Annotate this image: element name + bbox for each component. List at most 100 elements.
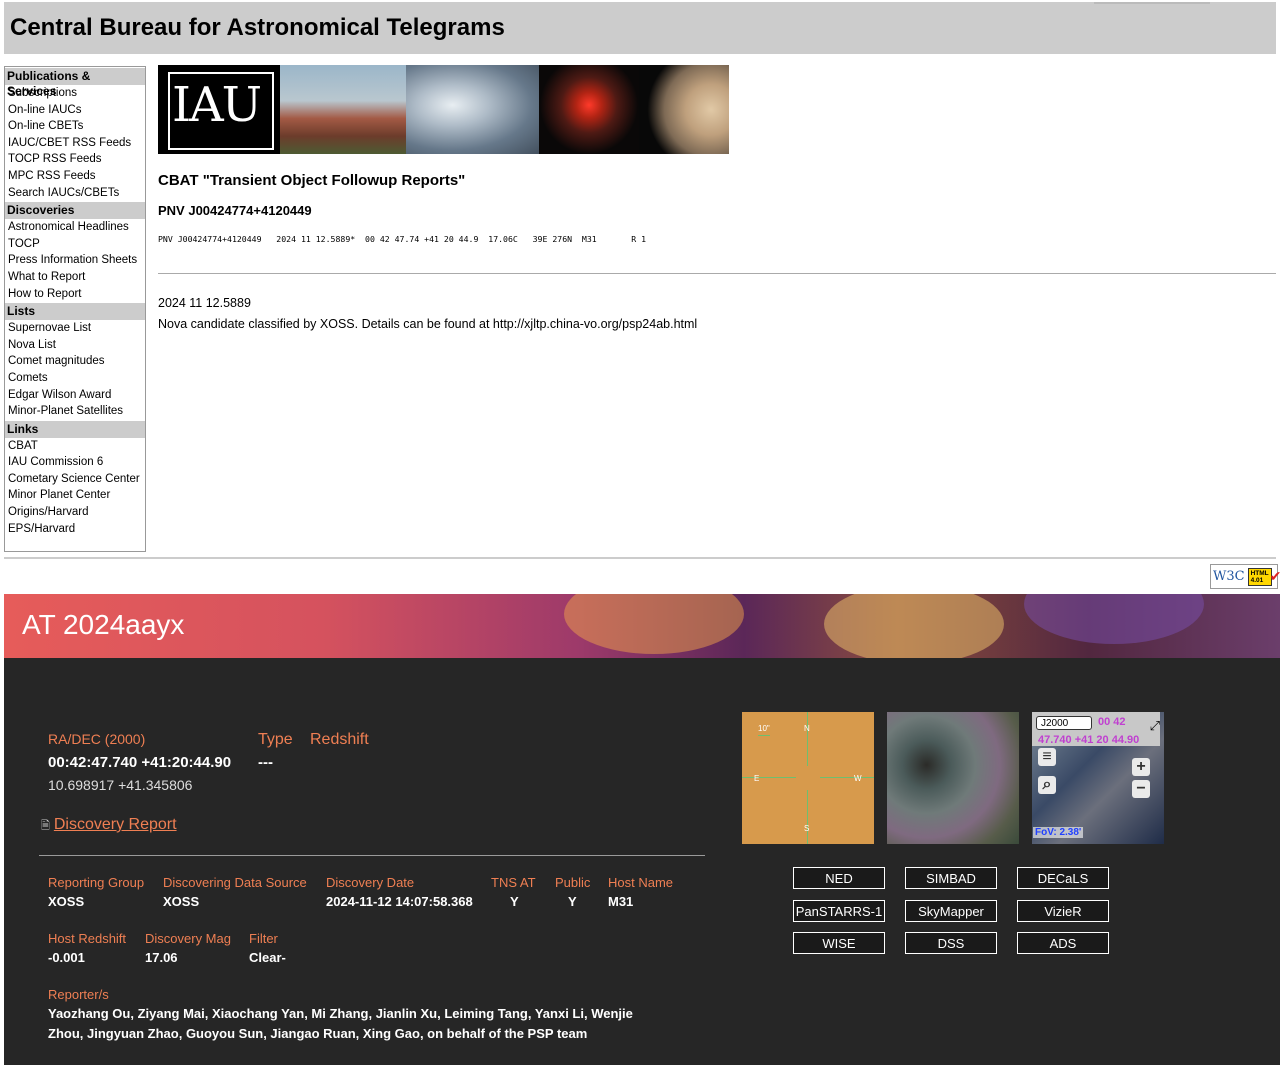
iau-logo: IAU (158, 65, 280, 154)
sidebar-heading: Lists (5, 303, 145, 321)
sidebar-link[interactable]: How to Report (5, 286, 145, 303)
sidebar-heading: Publications & Services (5, 68, 145, 98)
discovery-report-link[interactable]: 🗎 Discovery Report (41, 816, 177, 836)
link-button-wise[interactable]: WISE (793, 932, 885, 954)
type-value: --- (258, 754, 273, 771)
link-button-dss[interactable]: DSS (905, 932, 997, 954)
nebula-decoration (1024, 594, 1204, 644)
layers-icon[interactable]: ≡ (1038, 748, 1056, 766)
scale-bar (758, 735, 770, 736)
sidebar-link[interactable]: IAUC/CBET RSS Feeds (5, 135, 145, 152)
sidebar-link[interactable]: Supernovae List (5, 320, 145, 337)
redshift-label: Redshift (310, 731, 369, 748)
comet-photo (406, 65, 539, 154)
reporters-label: Reporter/s (48, 987, 109, 1002)
page-heading: CBAT "Transient Object Followup Reports" (158, 172, 466, 189)
sidebar-link[interactable]: On-line IAUCs (5, 102, 145, 119)
sidebar-link[interactable]: Comet magnitudes (5, 353, 145, 370)
sidebar-link[interactable]: Search IAUCs/CBETs (5, 185, 145, 202)
aladin-viewer[interactable]: J2000 00 42 47.740 +41 20 44.90 ⤢ ≡ ⌕ + … (1032, 712, 1164, 844)
coordinate-readout: 00 42 (1098, 716, 1126, 728)
search-icon[interactable]: ⌕ (1038, 776, 1056, 794)
link-button-vizier[interactable]: VizieR (1017, 900, 1109, 922)
sidebar-nav: Publications & Services Subscriptions On-l… (4, 66, 146, 552)
observatory-photo (280, 65, 406, 154)
sidebar-link[interactable]: Cometary Science Center (5, 471, 145, 488)
field-label: Filter (249, 931, 278, 946)
object-title: AT 2024aayx (22, 609, 185, 640)
report-date: 2024 11 12.5889 (158, 296, 251, 310)
sidebar-link[interactable]: Minor Planet Center (5, 487, 145, 504)
sidebar-link[interactable]: EPS/Harvard (5, 521, 145, 538)
link-button-simbad[interactable]: SIMBAD (905, 867, 997, 889)
field-value: Y (568, 894, 577, 909)
field-value: M31 (608, 894, 634, 909)
sidebar-link[interactable]: TOCP (5, 236, 145, 253)
site-title: Central Bureau for Astronomical Telegram… (10, 14, 505, 41)
coordinate-readout-2: 47.740 +41 20 44.90 (1038, 734, 1140, 746)
scale-label: 10" (758, 724, 770, 733)
south-label: S (804, 824, 810, 833)
radec-degrees: 10.698917 +41.345806 (48, 777, 193, 793)
link-button-ads[interactable]: ADS (1017, 932, 1109, 954)
sidebar-link[interactable]: Nova List (5, 337, 145, 354)
iau-logo-text: IAU (172, 77, 262, 133)
color-image-thumbnail[interactable] (887, 712, 1019, 844)
footer-divider (4, 557, 1276, 559)
zoom-in-button[interactable]: + (1132, 758, 1150, 776)
zoom-out-button[interactable]: − (1132, 780, 1150, 798)
header-bar: Central Bureau for Astronomical Telegram… (4, 2, 1276, 54)
w3c-logo: W3C (1213, 569, 1245, 584)
sidebar-link[interactable]: Edgar Wilson Award (5, 387, 145, 404)
reporters-list: Yaozhang Ou, Ziyang Mai, Xiaochang Yan, … (48, 1006, 633, 1041)
link-button-panstarrs-1[interactable]: PanSTARRS-1 (793, 900, 885, 922)
field-label: Discovery Date (326, 875, 415, 890)
sidebar-link[interactable]: Astronomical Headlines (5, 219, 145, 236)
crosshair-gap (796, 766, 820, 790)
sidebar-link[interactable]: Subscriptions (5, 85, 145, 102)
w3c-badge[interactable]: W3C HTML 4.01 ✔ (1210, 564, 1280, 589)
section-divider (39, 855, 705, 856)
divider (158, 273, 1276, 274)
nebula-decoration (564, 594, 744, 654)
field-value: -0.001 (48, 950, 85, 965)
banner-images: IAU (158, 65, 729, 154)
sidebar-link[interactable]: MPC RSS Feeds (5, 168, 145, 185)
field-label: Discovery Mag (145, 931, 231, 946)
tns-header: AT 2024aayx (4, 594, 1280, 658)
east-label: E (754, 774, 760, 783)
sidebar-link[interactable]: Origins/Harvard (5, 504, 145, 521)
field-value: Y (510, 894, 519, 909)
link-button-skymapper[interactable]: SkyMapper (905, 900, 997, 922)
nebula-photo (539, 65, 639, 154)
link-button-decals[interactable]: DECaLS (1017, 867, 1109, 889)
checkmark-icon: ✔ (1269, 568, 1280, 584)
expand-icon[interactable]: ⤢ (1150, 718, 1160, 734)
field-value: XOSS (163, 894, 200, 909)
report-note: Nova candidate classified by XOSS. Detai… (158, 317, 698, 331)
field-label: Host Redshift (48, 931, 127, 946)
tns-page: AT 2024aayx RA/DEC (2000) 00:42:47.740 +… (4, 594, 1280, 1065)
cbat-page: Central Bureau for Astronomical Telegram… (0, 0, 1280, 596)
nebula-decoration (824, 594, 1004, 658)
header-tab (1094, 2, 1210, 4)
finder-chart-thumbnail[interactable]: 10" N E W S (742, 712, 874, 844)
sidebar-link[interactable]: CBAT (5, 438, 145, 455)
field-label: Public (555, 875, 591, 890)
type-label: Type (258, 731, 293, 748)
sidebar-link[interactable]: On-line CBETs (5, 118, 145, 135)
sidebar-link[interactable]: TOCP RSS Feeds (5, 151, 145, 168)
radec-value: 00:42:47.740 +41:20:44.90 (48, 754, 232, 771)
object-name: PNV J00424774+4120449 (158, 203, 312, 218)
sidebar-link[interactable]: Comets (5, 370, 145, 387)
sidebar-heading: Discoveries (5, 202, 145, 220)
field-value: 2024-11-12 14:07:58.368 (326, 894, 473, 909)
frame-select[interactable]: J2000 (1036, 716, 1092, 730)
west-label: W (854, 774, 862, 783)
link-button-ned[interactable]: NED (793, 867, 885, 889)
sidebar-link[interactable]: Minor-Planet Satellites (5, 403, 145, 420)
radec-label: RA/DEC (2000) (48, 731, 146, 747)
sidebar-link[interactable]: What to Report (5, 269, 145, 286)
sidebar-link[interactable]: Press Information Sheets (5, 252, 145, 269)
sidebar-link[interactable]: IAU Commission 6 (5, 454, 145, 471)
